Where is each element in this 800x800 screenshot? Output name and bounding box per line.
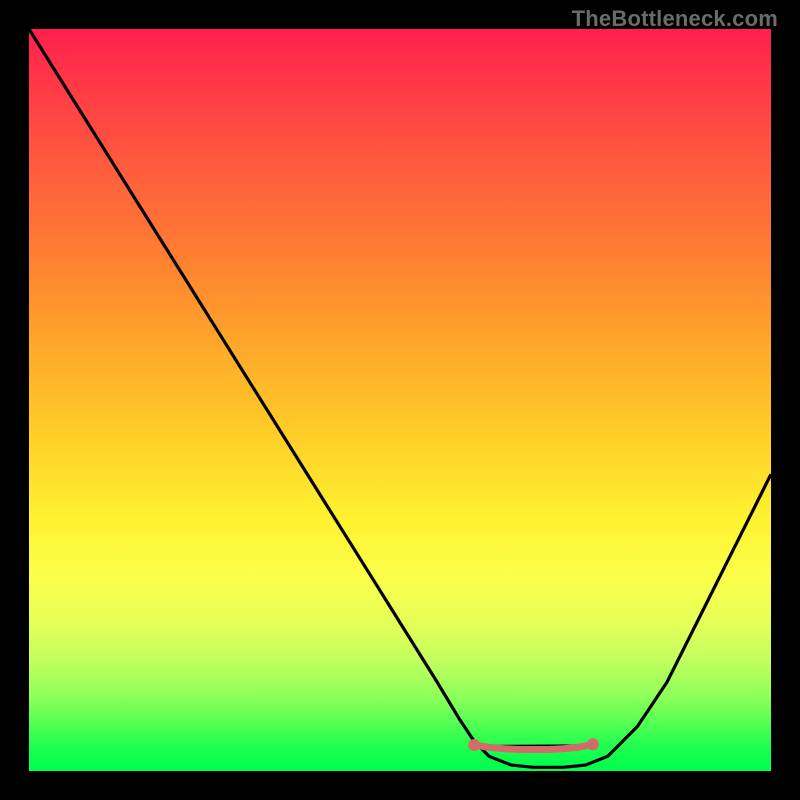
optimal-range-marker <box>474 744 593 749</box>
chart-frame: TheBottleneck.com <box>0 0 800 800</box>
optimal-range-dot-left <box>468 739 480 751</box>
optimal-range-dot-right <box>587 738 599 750</box>
plot-area <box>29 29 771 771</box>
curve-layer <box>29 29 771 771</box>
bottleneck-curve <box>29 29 771 767</box>
